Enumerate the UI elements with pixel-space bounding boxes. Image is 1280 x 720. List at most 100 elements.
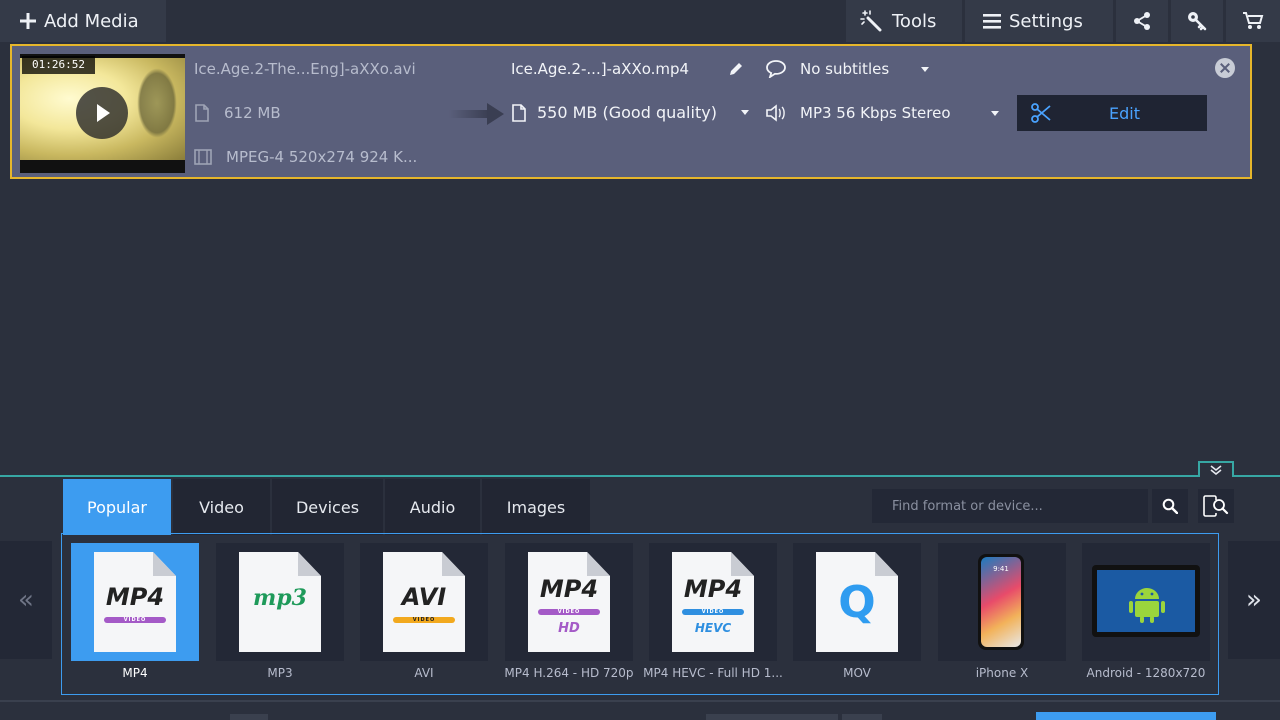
film-icon [194,149,212,165]
device-search-icon [1203,495,1229,517]
format-label: Android - 1280x720 [1086,666,1206,680]
video-badge: VIDEO [104,617,166,623]
collapse-panel-button[interactable] [1198,461,1234,477]
subtitles-dropdown[interactable]: No subtitles [766,60,930,78]
format-label: iPhone X [975,666,1029,680]
settings-button[interactable]: Settings [965,0,1113,42]
format-tile: MP4 VIDEO [71,543,199,661]
chevron-down-icon [740,110,749,115]
file-icon [195,104,209,122]
format-label: MP4 HEVC - Full HD 1... [643,666,783,680]
tab-popular[interactable]: Popular [63,479,171,535]
format-label: MP4 [122,666,148,680]
format-panel: Popular Video Devices Audio Images Find … [0,461,1280,720]
cart-icon [1243,12,1264,29]
avi-icon-text: AVI [401,583,447,611]
source-size-row: 612 MB [194,104,281,122]
mp4-icon-text: MP4 [539,575,599,603]
settings-label: Settings [1009,10,1083,32]
search-icon [1162,498,1178,514]
scissors-icon [1031,103,1051,123]
source-size: 612 MB [224,104,281,122]
audio-track-dropdown[interactable]: MP3 56 Kbps Stereo [766,104,999,122]
tab-audio[interactable]: Audio [385,479,480,535]
share-button[interactable] [1116,0,1168,42]
edit-label: Edit [1109,103,1140,123]
format-item-mp4-hevc[interactable]: MP4 VIDEO HEVC MP4 HEVC - Full HD 1... [643,543,783,685]
tab-devices[interactable]: Devices [272,479,383,535]
add-media-button[interactable]: Add Media [0,0,166,42]
duration-badge: 01:26:52 [22,56,95,74]
speaker-icon [766,104,785,122]
format-tile: Q [793,543,921,661]
mp4-icon-text: MP4 [105,583,165,611]
quicktime-icon: Q [838,577,876,628]
footer-control[interactable] [230,714,268,720]
detect-device-button[interactable] [1198,489,1234,523]
hd-badge: HD [558,621,580,636]
format-label: MP3 [267,666,293,680]
mp4-icon-text: MP4 [683,575,743,603]
format-tile: MP4 VIDEO HD [505,543,633,661]
video-badge: VIDEO [682,609,744,615]
key-icon [1188,12,1207,31]
mp3-icon-text: mp3 [253,585,307,611]
output-size: 550 MB (Good quality) [537,103,717,122]
remove-file-icon[interactable] [1215,58,1235,78]
format-item-mp4-hd-720p[interactable]: MP4 VIDEO HD MP4 H.264 - HD 720p [504,543,634,685]
format-item-mp3[interactable]: mp3 MP3 [216,543,344,685]
format-list: MP4 VIDEO MP4 mp3 MP3 AVI VIDEO AVI MP4 … [61,533,1219,695]
format-item-mp4[interactable]: MP4 VIDEO MP4 [71,543,199,685]
format-tile [1082,543,1210,661]
file-icon [512,103,526,122]
tools-button[interactable]: Tools [846,0,962,42]
footer-control[interactable] [706,714,838,720]
format-item-iphone-x[interactable]: 9:41 iPhone X [938,543,1066,685]
double-chevron-down-icon [1210,465,1222,475]
format-item-avi[interactable]: AVI VIDEO AVI [360,543,488,685]
format-tile: MP4 VIDEO HEVC [649,543,777,661]
format-label: MP4 H.264 - HD 720p [504,666,634,680]
video-badge: VIDEO [538,609,600,615]
tab-images[interactable]: Images [482,479,590,535]
scroll-right-button[interactable]: » [1228,541,1280,659]
chevron-down-icon [990,110,999,116]
top-toolbar: Add Media Tools Settings [0,0,1280,42]
output-filename[interactable]: Ice.Age.2-...]-aXXo.mp4 [511,60,689,78]
tools-label: Tools [892,10,937,32]
search-button[interactable] [1152,489,1188,523]
source-filename: Ice.Age.2-The...Eng]-aXXo.avi [194,60,416,78]
format-search-input[interactable]: Find format or device... [872,489,1148,523]
cart-button[interactable] [1226,0,1280,42]
format-label: MOV [843,666,871,680]
format-item-android[interactable]: Android - 1280x720 [1082,543,1210,685]
file-row[interactable]: 01:26:52 Ice.Age.2-The...Eng]-aXXo.avi 6… [10,44,1252,179]
format-item-mov[interactable]: Q MOV [793,543,921,685]
magic-wand-icon [860,10,882,32]
convert-button[interactable] [1036,712,1216,720]
edit-button[interactable]: Edit [1017,95,1207,131]
footer-control[interactable] [842,714,882,720]
activation-key-button[interactable] [1171,0,1223,42]
video-badge: VIDEO [393,617,455,623]
source-format-row: MPEG-4 520x274 924 K... [194,148,417,166]
audio-value: MP3 56 Kbps Stereo [800,104,951,122]
video-thumbnail[interactable]: 01:26:52 [20,54,185,173]
android-icon [1129,588,1165,623]
scroll-left-button[interactable]: « [0,541,52,659]
convert-arrow-icon [449,103,504,125]
subtitles-value: No subtitles [800,60,890,78]
share-icon [1134,12,1150,30]
tab-video[interactable]: Video [173,479,270,535]
format-tile: mp3 [216,543,344,661]
add-media-label: Add Media [44,10,139,32]
phone-clock: 9:41 [993,565,1009,573]
play-icon[interactable] [76,87,128,139]
rename-pencil-icon[interactable] [728,61,744,77]
format-label: AVI [414,666,434,680]
format-tile: 9:41 [938,543,1066,661]
output-size-dropdown[interactable]: 550 MB (Good quality) [511,103,749,122]
format-tile: AVI VIDEO [360,543,488,661]
chevron-down-icon [921,66,930,72]
source-format: MPEG-4 520x274 924 K... [226,148,418,166]
